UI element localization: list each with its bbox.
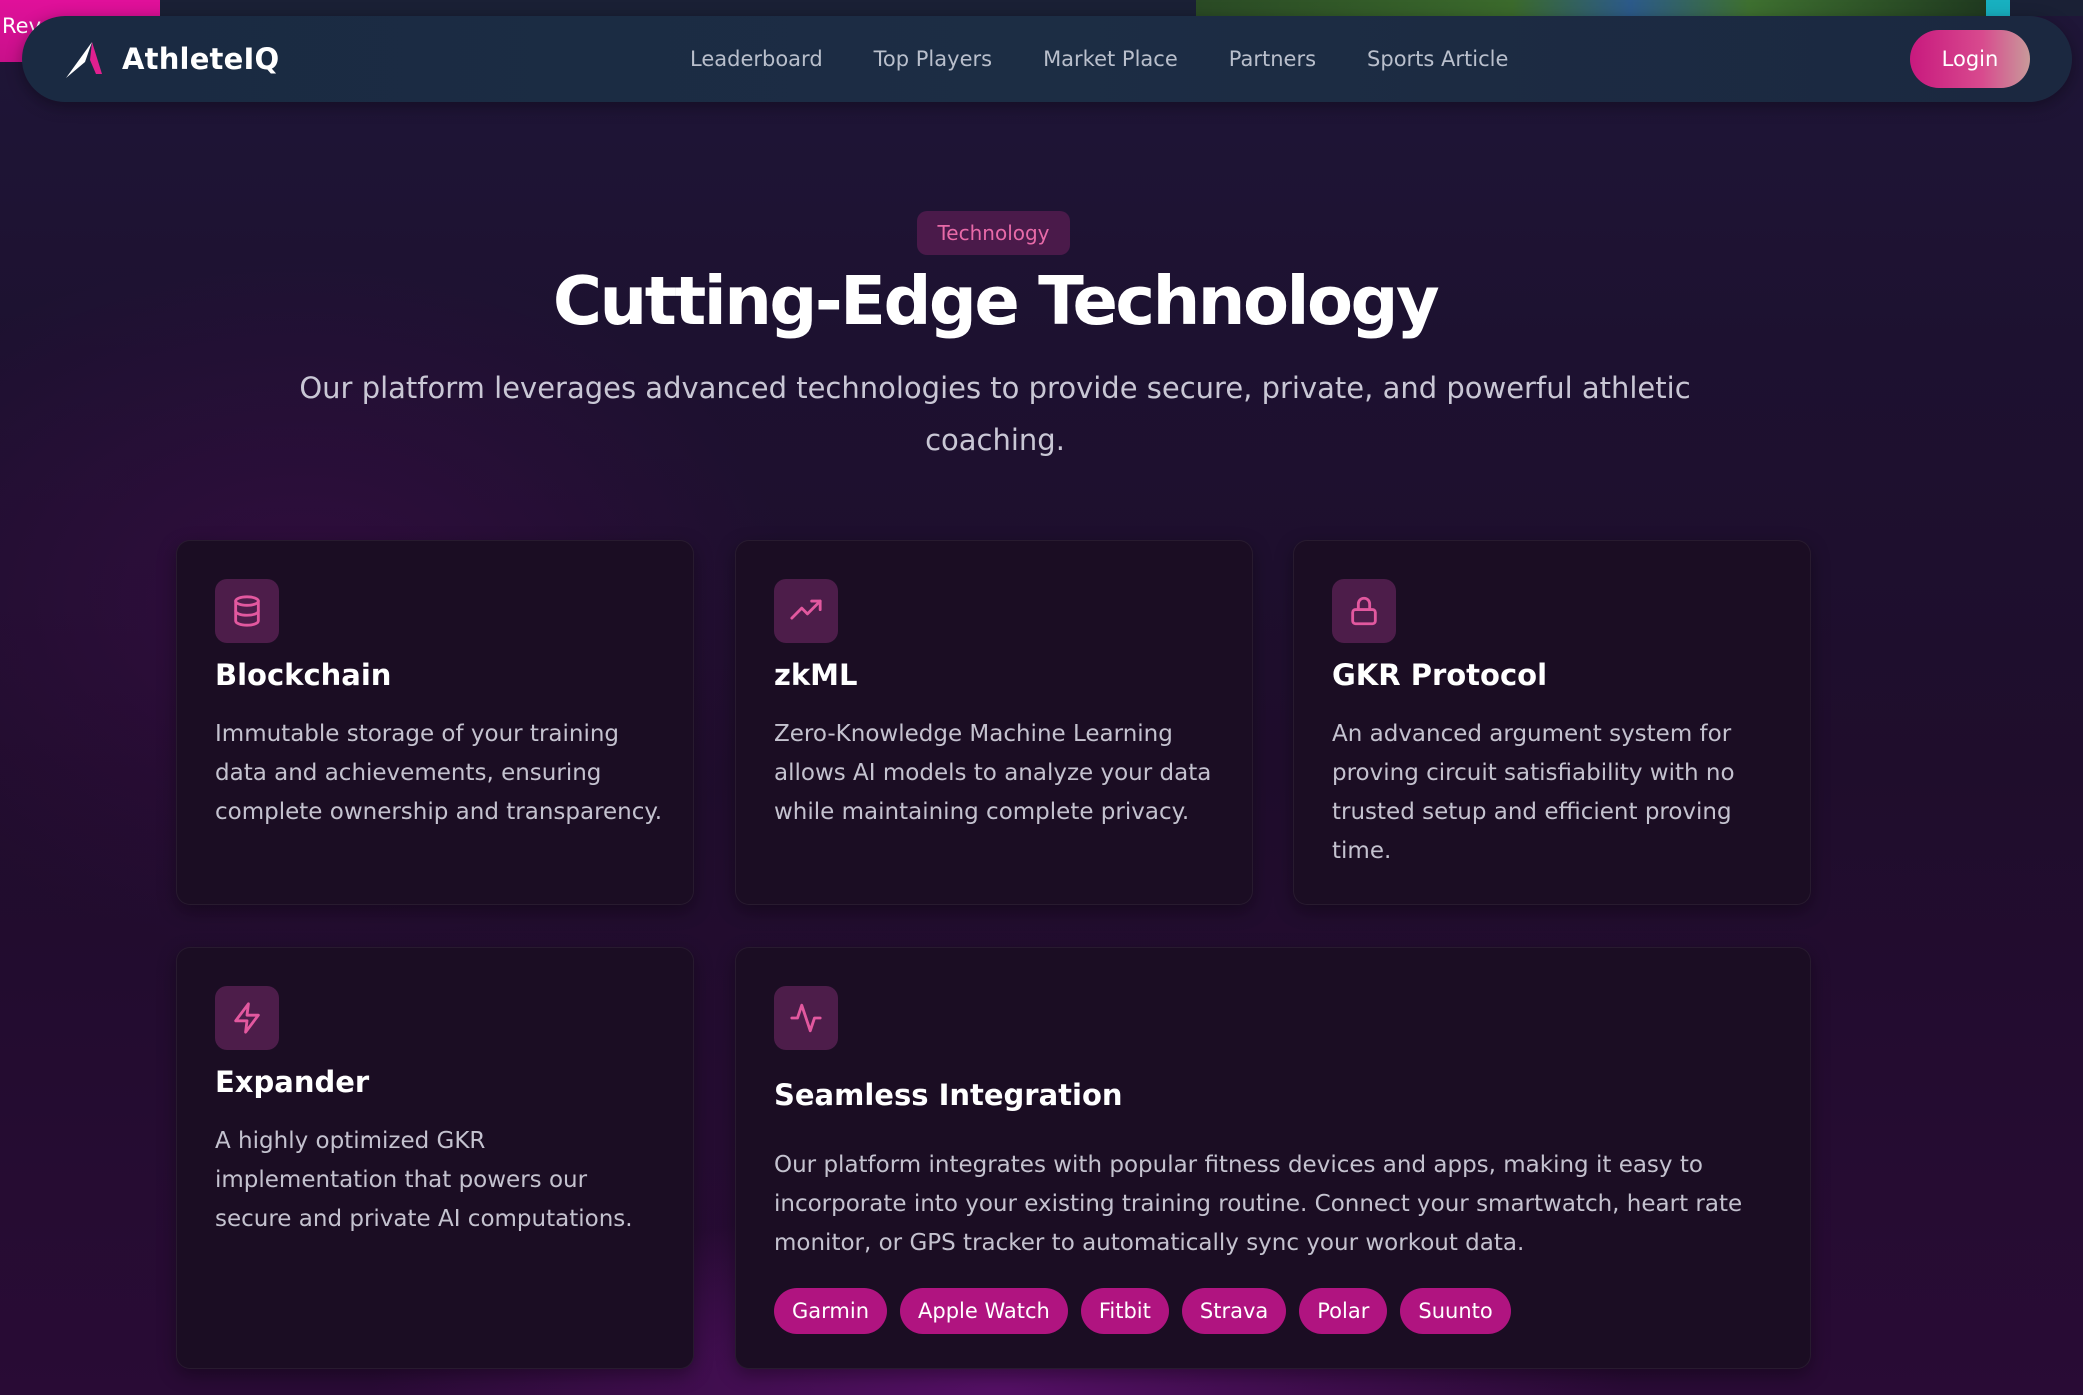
feature-card-gkr-protocol: GKR Protocol An advanced argument system… — [1293, 540, 1811, 905]
top-strip-accent — [1986, 0, 2010, 16]
feature-card-blockchain: Blockchain Immutable storage of your tra… — [176, 540, 694, 905]
card-icon-tile — [215, 986, 279, 1050]
card-title: Seamless Integration — [774, 1078, 1123, 1112]
athleteiq-logo-icon — [66, 42, 102, 78]
tag-strava[interactable]: Strava — [1181, 1288, 1287, 1334]
page-title: Cutting-Edge Technology — [552, 262, 1440, 340]
integration-tags: Garmin Apple Watch Fitbit Strava Polar S… — [774, 1288, 1524, 1334]
nav-links: Leaderboard Top Players Market Place Par… — [690, 16, 1559, 102]
brand-logo-link[interactable]: AthleteIQ — [62, 34, 279, 84]
nav-link-leaderboard[interactable]: Leaderboard — [690, 47, 823, 71]
lightning-icon — [234, 1002, 260, 1034]
page-subtitle: Our platform leverages advanced technolo… — [299, 371, 1691, 457]
nav-link-top-players[interactable]: Top Players — [874, 47, 992, 71]
card-title: GKR Protocol — [1332, 658, 1548, 692]
database-icon — [234, 595, 260, 627]
nav-link-sports-article[interactable]: Sports Article — [1367, 47, 1508, 71]
feature-card-seamless-integration: Seamless Integration Our platform integr… — [735, 947, 1811, 1369]
activity-icon — [790, 1003, 822, 1033]
tag-polar[interactable]: Polar — [1299, 1288, 1388, 1334]
tag-apple-watch[interactable]: Apple Watch — [900, 1288, 1068, 1334]
navbar: AthleteIQ Leaderboard Top Players Market… — [22, 16, 2072, 102]
top-strip-photo — [1196, 0, 1986, 16]
tag-garmin[interactable]: Garmin — [774, 1288, 888, 1334]
card-description: Our platform integrates with popular fit… — [774, 1152, 1743, 1256]
nav-link-partners[interactable]: Partners — [1229, 47, 1316, 71]
nav-link-market-place[interactable]: Market Place — [1043, 47, 1178, 71]
card-description: An advanced argument system for proving … — [1332, 721, 1735, 864]
card-icon-tile — [774, 986, 838, 1050]
card-icon-tile — [1332, 579, 1396, 643]
login-button[interactable]: Login — [1910, 30, 2030, 88]
card-description: Zero-Knowledge Machine Learning allows A… — [774, 721, 1212, 825]
section-badge: Technology — [917, 211, 1070, 255]
tag-fitbit[interactable]: Fitbit — [1080, 1288, 1169, 1334]
feature-card-expander: Expander A highly optimized GKR implemen… — [176, 947, 694, 1369]
trending-up-icon — [790, 599, 822, 620]
lock-icon — [1351, 596, 1377, 626]
feature-card-zkml: zkML Zero-Knowledge Machine Learning all… — [735, 540, 1253, 905]
card-description: Immutable storage of your training data … — [215, 721, 663, 825]
tag-suunto[interactable]: Suunto — [1400, 1288, 1511, 1334]
card-description: A highly optimized GKR implementation th… — [215, 1128, 633, 1232]
card-icon-tile — [774, 579, 838, 643]
card-title: Blockchain — [215, 658, 392, 692]
card-title: zkML — [774, 658, 858, 692]
brand-name: AthleteIQ — [122, 42, 280, 76]
card-icon-tile — [215, 579, 279, 643]
card-title: Expander — [215, 1065, 370, 1099]
